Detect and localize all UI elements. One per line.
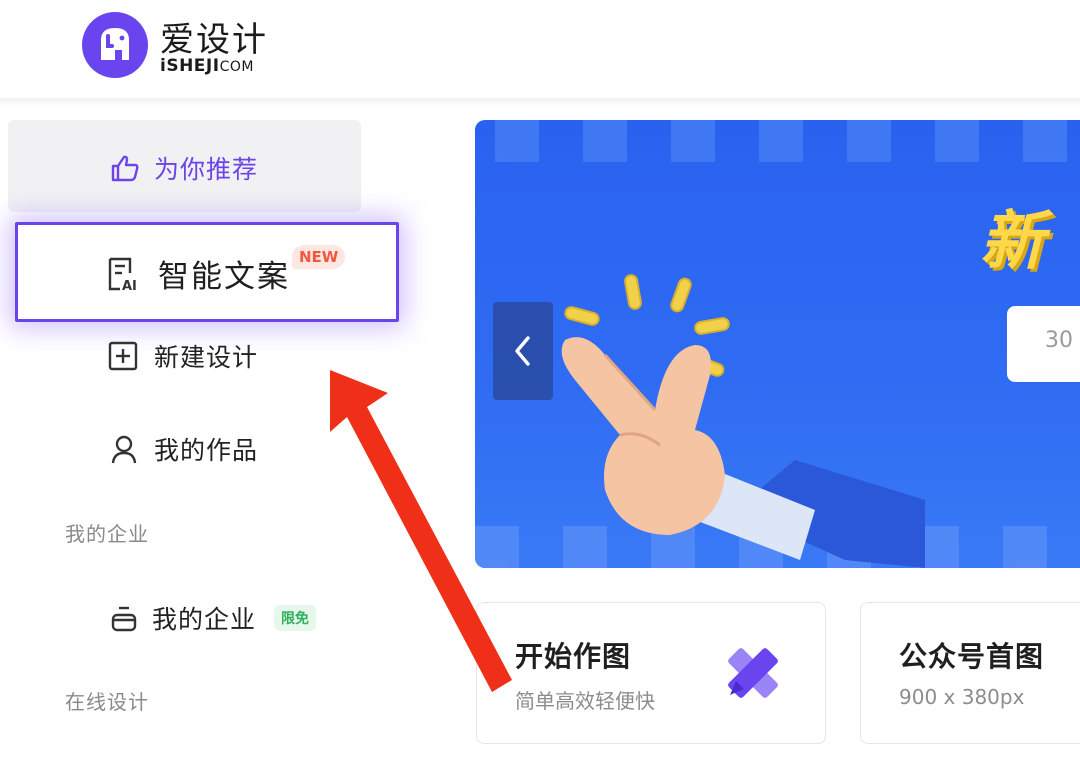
sidebar-item-label: 为你推荐 <box>154 155 259 184</box>
sidebar-item-smart-copywriting[interactable]: AI 智能文案 NEW <box>15 222 399 322</box>
user-icon <box>111 435 137 464</box>
new-badge: NEW <box>292 245 346 269</box>
sidebar-item-label: 智能文案 <box>158 259 290 295</box>
banner-info-pill: 30 <box>1007 306 1080 382</box>
card-subtitle: 简单高效轻便快 <box>515 689 655 713</box>
section-label-company: 我的企业 <box>65 522 149 546</box>
banner-pill-text: 30 <box>1045 328 1073 353</box>
pencil-ruler-icon <box>728 648 778 698</box>
thumbs-up-icon <box>111 155 139 182</box>
sidebar-item-label: 我的作品 <box>154 436 259 465</box>
brand-name-cn: 爱设计 <box>160 20 268 60</box>
promo-banner[interactable]: 新 30 <box>475 120 1080 568</box>
card-wechat-cover[interactable]: 公众号首图 900 x 380px <box>860 602 1080 744</box>
briefcase-icon <box>111 606 137 632</box>
brand-en-suffix: COM <box>219 59 254 75</box>
brand-en-main: iSHEJI <box>160 56 220 76</box>
top-header: 爱设计 iSHEJICOM <box>0 0 1080 100</box>
elephant-logo-icon[interactable] <box>82 12 148 78</box>
plus-square-icon <box>108 341 138 371</box>
chevron-left-icon <box>515 336 530 366</box>
card-title: 公众号首图 <box>899 640 1045 673</box>
finger-snap-hand-illustration <box>561 274 925 568</box>
page: 爱设计 iSHEJICOM 为你推荐 AI 智能文案 NEW 新建设计 我的作品… <box>0 0 1080 759</box>
svg-text:AI: AI <box>122 279 137 292</box>
ai-document-icon: AI <box>108 257 137 292</box>
sidebar-item-label: 我的企业 <box>152 605 257 634</box>
checker-pattern-top <box>495 120 1067 162</box>
banner-title: 新 <box>980 205 1046 279</box>
sidebar-item-label: 新建设计 <box>154 343 259 372</box>
sidebar-item-my-works[interactable]: 我的作品 <box>110 431 258 467</box>
sidebar-item-recommend[interactable]: 为你推荐 <box>8 120 361 212</box>
header-divider <box>0 98 1080 106</box>
sidebar-item-new-design[interactable]: 新建设计 <box>108 338 258 374</box>
banner-prev-button[interactable] <box>493 302 553 400</box>
brand-name-en: iSHEJICOM <box>160 56 254 76</box>
card-title: 开始作图 <box>515 640 632 673</box>
sidebar-item-my-company[interactable]: 我的企业 限免 <box>110 600 317 636</box>
section-label-online-design: 在线设计 <box>65 690 149 714</box>
free-badge: 限免 <box>274 605 317 631</box>
card-start-design[interactable]: 开始作图 简单高效轻便快 <box>476 602 826 744</box>
sidebar: 为你推荐 AI 智能文案 NEW 新建设计 我的作品 我的企业 我的企业 限免 … <box>0 106 430 759</box>
card-subtitle: 900 x 380px <box>899 685 1025 709</box>
